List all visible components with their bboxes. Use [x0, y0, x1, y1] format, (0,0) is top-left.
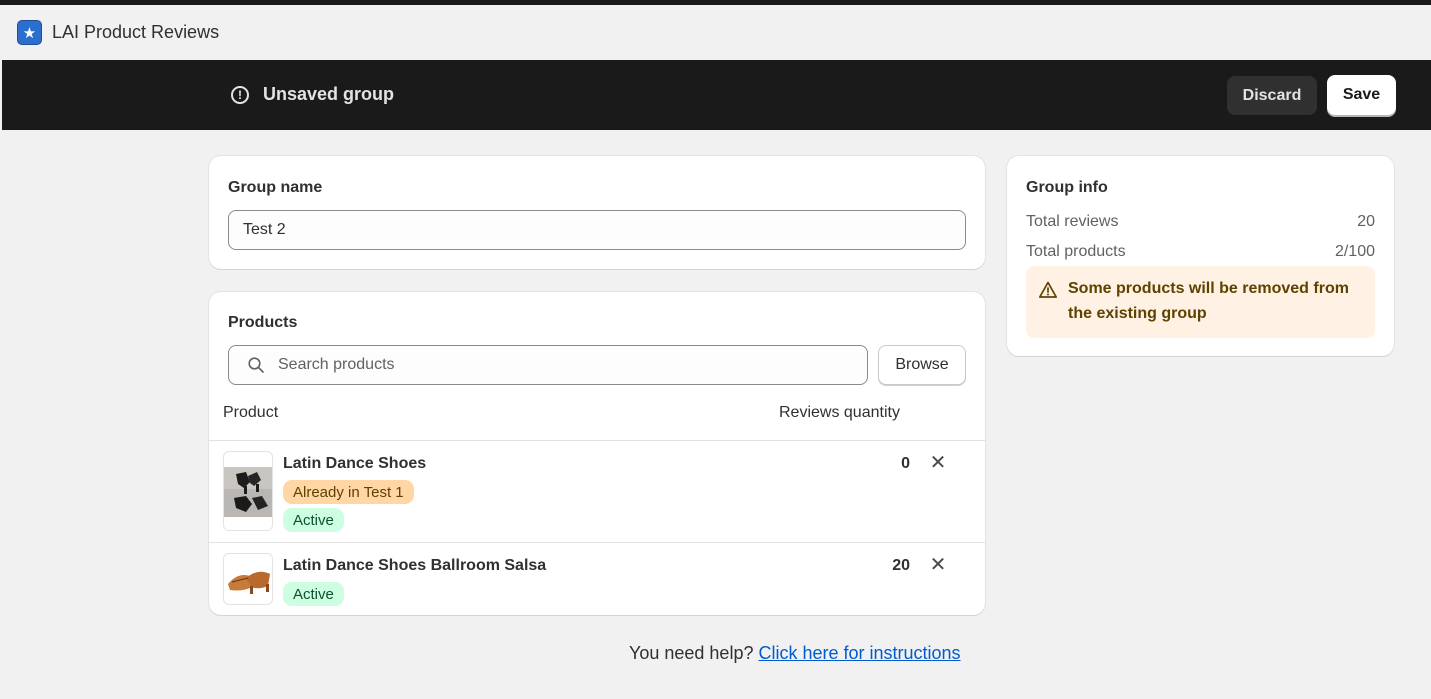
- reviews-quantity: 0: [901, 455, 910, 472]
- products-label: Products: [228, 314, 298, 331]
- warning-triangle-icon: [1038, 281, 1058, 298]
- total-products-value: 2/100: [1334, 243, 1375, 260]
- help-footer: You need help? Click here for instructio…: [629, 643, 961, 664]
- group-name-value: Test 2: [243, 221, 286, 238]
- app-header: ★ LAI Product Reviews: [0, 5, 1431, 60]
- column-header-product: Product: [223, 404, 279, 421]
- group-name-card: Group name Test 2: [209, 156, 985, 269]
- search-products-input[interactable]: Search products: [228, 345, 868, 385]
- app-title: LAI Product Reviews: [52, 22, 220, 42]
- product-row: Latin Dance Shoes Ballroom Salsa Active …: [209, 542, 985, 615]
- total-products-row: Total products 2/100: [1026, 243, 1375, 261]
- product-thumbnail: [223, 451, 273, 531]
- remove-product-close-icon[interactable]: ✕: [930, 554, 947, 576]
- product-name[interactable]: Latin Dance Shoes Ballroom Salsa: [283, 557, 546, 575]
- contextual-save-bar: ! Unsaved group Discard Save: [2, 60, 1431, 130]
- status-badge: Active: [283, 582, 344, 606]
- group-name-label: Group name: [228, 179, 323, 196]
- group-info-label: Group info: [1026, 179, 1108, 196]
- products-card: Products Search products Browse Product …: [209, 292, 985, 615]
- group-info-card: Group info Total reviews 20 Total produc…: [1007, 156, 1394, 356]
- total-reviews-value: 20: [1357, 213, 1375, 230]
- product-name[interactable]: Latin Dance Shoes: [283, 455, 426, 473]
- group-name-input[interactable]: Test 2: [228, 210, 966, 250]
- conflict-badge: Already in Test 1: [283, 480, 414, 504]
- search-icon: [248, 357, 264, 373]
- save-bar-title: Unsaved group: [263, 84, 395, 104]
- status-badge: Active: [283, 508, 344, 532]
- total-products-label: Total products: [1026, 243, 1126, 260]
- tan-ballroom-shoes-image: [224, 554, 272, 604]
- alert-circle-icon: !: [231, 86, 249, 104]
- app-logo-star-icon: ★: [17, 20, 42, 45]
- browse-button[interactable]: Browse: [878, 345, 966, 385]
- instructions-link[interactable]: Click here for instructions: [758, 643, 960, 663]
- total-reviews-label: Total reviews: [1026, 213, 1119, 230]
- search-placeholder: Search products: [278, 356, 395, 373]
- warning-text: Some products will be removed from the e…: [1068, 280, 1349, 322]
- remove-product-close-icon[interactable]: ✕: [930, 452, 947, 474]
- reviews-quantity: 20: [892, 557, 910, 574]
- save-button[interactable]: Save: [1327, 75, 1396, 115]
- discard-button[interactable]: Discard: [1227, 76, 1317, 115]
- product-thumbnail: [223, 553, 273, 605]
- column-header-reviews: Reviews quantity: [779, 404, 900, 421]
- warning-banner: Some products will be removed from the e…: [1026, 266, 1375, 338]
- product-row: Latin Dance Shoes Already in Test 1 Acti…: [209, 440, 985, 542]
- help-text: You need help?: [629, 643, 754, 663]
- black-dance-shoes-image: [224, 467, 272, 517]
- total-reviews-row: Total reviews 20: [1026, 213, 1375, 231]
